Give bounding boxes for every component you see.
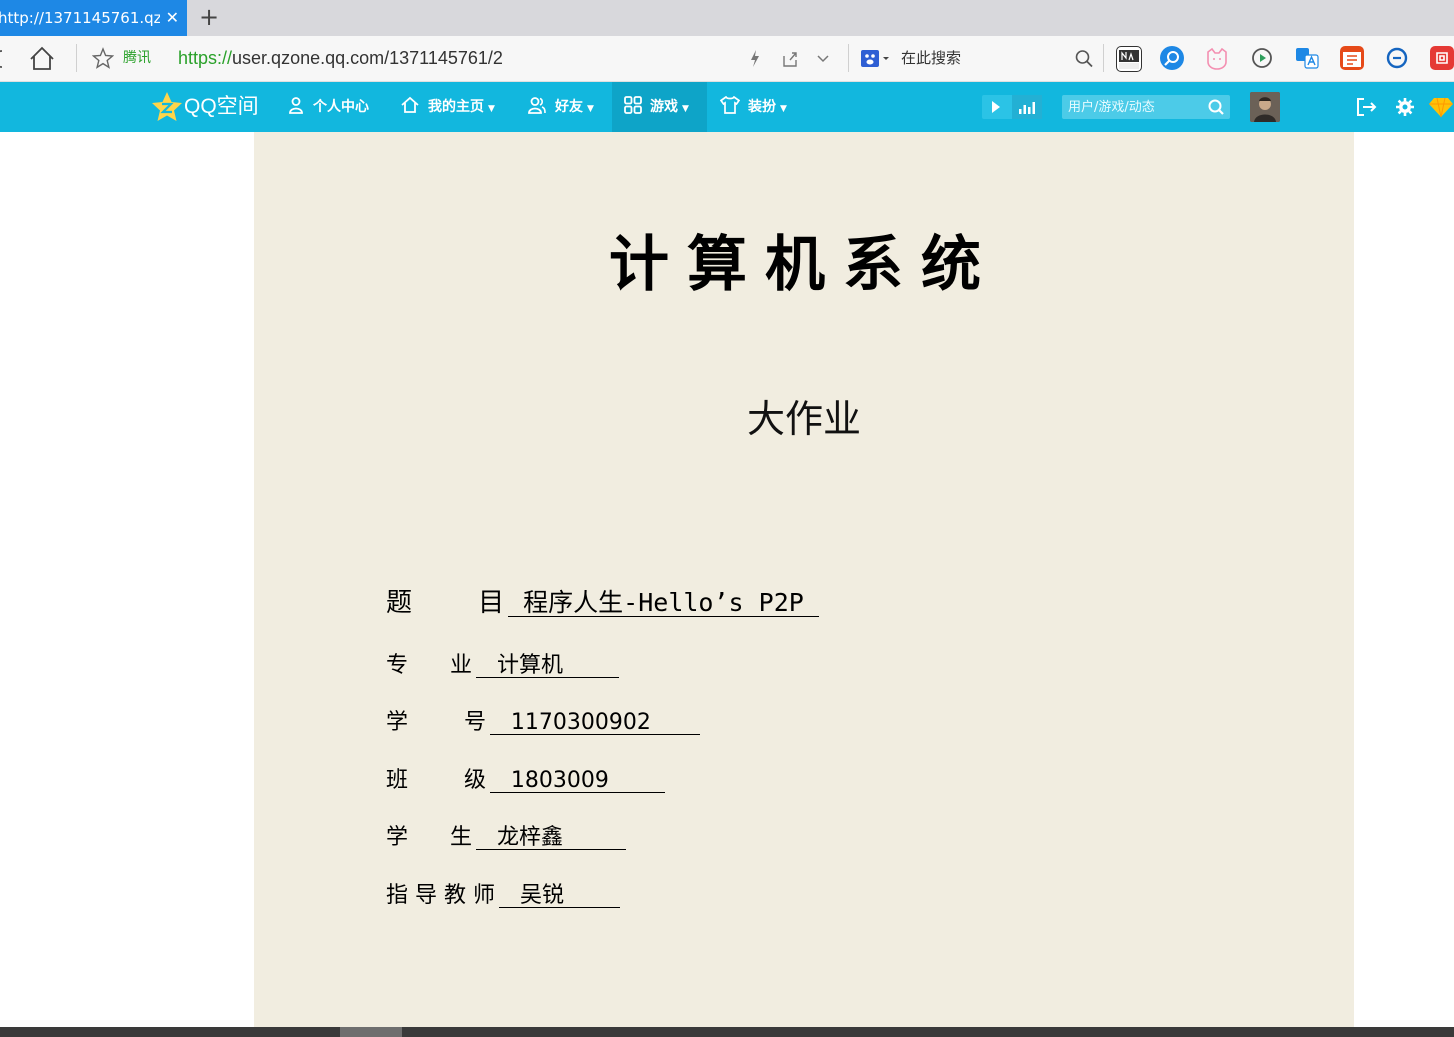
divider (1103, 44, 1104, 72)
new-tab-button[interactable]: + (197, 0, 221, 36)
qzone-search-box (1062, 95, 1230, 119)
tab-qzone[interactable]: http://1371145761.qzone ✕ (0, 0, 187, 36)
field-value: 1803009 (489, 768, 665, 794)
divider (76, 44, 77, 72)
url-field[interactable]: https://user.qzone.qq.com/1371145761/2 (178, 36, 503, 81)
cat-extension-icon[interactable] (1205, 46, 1229, 70)
logout-icon[interactable] (1354, 95, 1378, 119)
chevron-down-icon[interactable] (815, 36, 831, 81)
horizontal-scrollbar[interactable] (0, 1027, 1454, 1037)
divider (848, 44, 849, 72)
nav-label: 装扮 (748, 99, 776, 115)
chevron-down-icon: ▼ (587, 104, 594, 114)
nav-personal-center[interactable]: 个人中心 (287, 82, 369, 132)
scrollbar-thumb[interactable] (340, 1027, 402, 1037)
field-major: 专 业 计算机 (386, 647, 619, 679)
search-extension-icon[interactable] (1160, 46, 1184, 70)
field-advisor: 指 导 教 师 吴锐 (386, 877, 620, 909)
field-value: 龙梓鑫 (475, 825, 626, 851)
nav-label: 个人中心 (313, 99, 369, 115)
field-value: 1170300902 (489, 710, 700, 736)
qzone-search-input[interactable] (1068, 95, 1204, 119)
tab-bar: http://1371145761.qzone ✕ + (0, 0, 1454, 36)
gear-icon[interactable] (1393, 95, 1417, 119)
chevron-down-icon: ▼ (780, 104, 787, 114)
flash-icon[interactable] (746, 36, 764, 81)
bookmark-star-icon[interactable] (91, 36, 115, 81)
field-label: 学 生 (386, 825, 472, 850)
play-extension-icon[interactable] (1250, 46, 1274, 70)
nav-friends[interactable]: 好友 ▼ (527, 82, 594, 132)
shirt-icon (719, 95, 741, 114)
field-class: 班 级 1803009 (386, 762, 665, 794)
field-value: 吴锐 (498, 883, 620, 909)
url-protocol: https:// (178, 48, 233, 68)
url-path: user.qzone.qq.com/1371145761/2 (232, 48, 503, 68)
avatar[interactable] (1250, 92, 1280, 122)
play-icon[interactable] (982, 95, 1042, 119)
chevron-down-icon: ▼ (682, 104, 689, 114)
news-extension-icon[interactable] (1116, 46, 1142, 72)
diamond-icon[interactable] (1428, 95, 1454, 119)
chat-extension-icon[interactable] (1385, 46, 1409, 70)
grid-icon (624, 96, 642, 114)
chevron-down-icon: ▼ (488, 104, 495, 114)
translator-extension-icon[interactable] (1340, 46, 1364, 70)
field-label: 题 目 (386, 588, 505, 618)
qzone-logo-icon[interactable] (150, 90, 184, 124)
document-title: 计算机系统 (609, 230, 999, 300)
qzone-navbar: QQ空间 个人中心 我的主页 ▼ 好友 ▼ 游戏 ▼ 装扮 ▼ (0, 82, 1454, 132)
nav-my-homepage[interactable]: 我的主页 ▼ (400, 82, 495, 132)
friends-icon (528, 97, 546, 114)
nav-label: 我的主页 (428, 99, 484, 115)
home-icon[interactable] (28, 36, 56, 81)
nav-decorate[interactable]: 装扮 ▼ (719, 82, 787, 132)
field-label: 学 号 (386, 710, 486, 735)
field-topic: 题 目 程序人生-Hello’s P2P (386, 582, 819, 619)
field-value: 计算机 (475, 653, 619, 679)
share-icon[interactable] (780, 36, 800, 81)
field-label: 指 导 教 师 (386, 883, 495, 908)
address-bar: 腾讯 https://user.qzone.qq.com/1371145761/… (0, 36, 1454, 82)
field-label: 专 业 (386, 653, 472, 678)
qzone-logo-text[interactable]: QQ空间 (184, 82, 259, 132)
user-icon (289, 97, 303, 114)
nav-games[interactable]: 游戏 ▼ (612, 82, 707, 132)
field-label: 班 级 (386, 768, 486, 793)
baidu-search-engine-icon[interactable] (860, 36, 892, 81)
home-icon (401, 96, 419, 113)
red-extension-icon[interactable] (1430, 46, 1454, 70)
field-student-id: 学 号 1170300902 (386, 704, 700, 736)
field-student: 学 生 龙梓鑫 (386, 819, 626, 851)
nav-label: 好友 (555, 99, 583, 115)
site-label: 腾讯 (123, 50, 151, 66)
search-icon[interactable] (1206, 95, 1226, 119)
reload-icon[interactable] (0, 36, 8, 81)
search-icon[interactable] (1074, 36, 1094, 81)
translate-extension-icon[interactable] (1295, 46, 1319, 70)
media-controls (982, 95, 1042, 119)
tab-title: http://1371145761.qzone (0, 9, 160, 27)
document-page: 计算机系统 大作业 题 目 程序人生-Hello’s P2P 专 业 计算机 学… (254, 132, 1354, 1027)
tab-close-icon[interactable]: ✕ (166, 0, 179, 36)
nav-label: 游戏 (650, 99, 678, 115)
search-box-placeholder[interactable]: 在此搜索 (901, 36, 961, 81)
document-subtitle: 大作业 (746, 397, 861, 441)
field-value: 程序人生-Hello’s P2P (508, 588, 819, 618)
